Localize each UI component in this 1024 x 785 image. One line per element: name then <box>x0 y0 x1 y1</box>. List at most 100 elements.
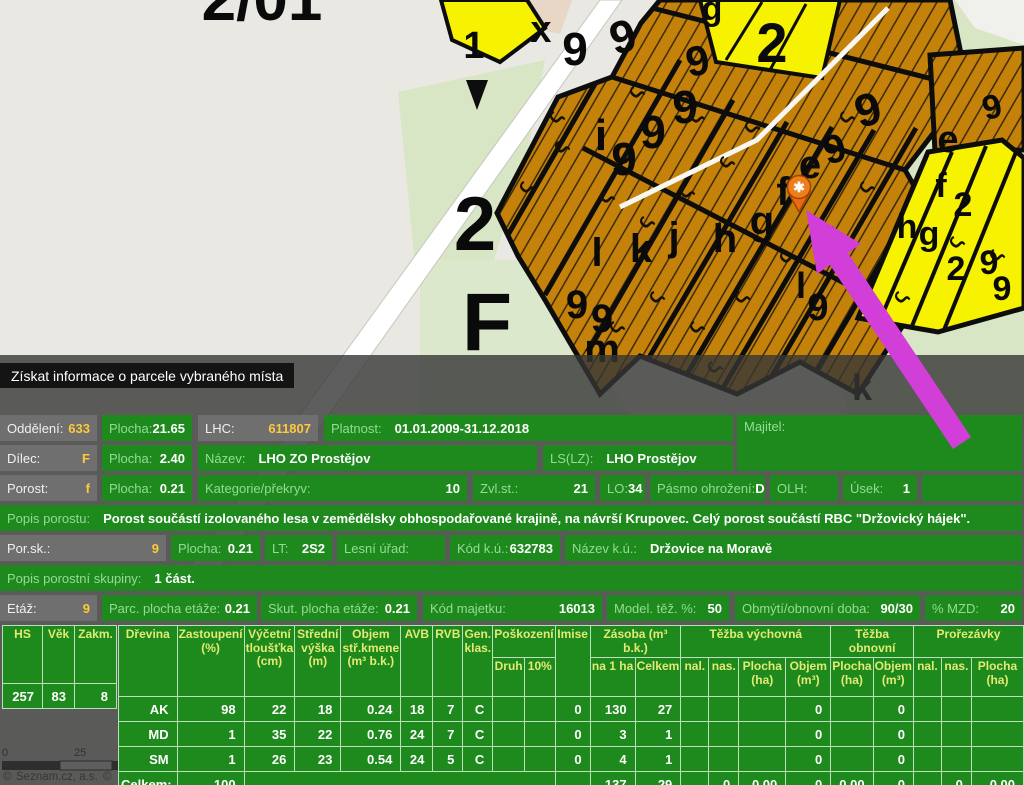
info-label-platnost: Platnost: <box>331 421 382 436</box>
col-10pct: 10% <box>524 658 555 697</box>
info-value-kategorie-prekryv: 10 <box>446 481 460 496</box>
species-row: MD135220.76247C03100 <box>119 722 1024 747</box>
info-label-oddeleni: Oddělení: <box>7 421 63 436</box>
col-objem-1: Objem (m³) <box>786 658 831 697</box>
col-nal-1: nal. <box>681 658 709 697</box>
col-celkem: Celkem <box>635 658 681 697</box>
info-label-mzd: % MZD: <box>932 601 979 616</box>
stat-cell: 0 <box>873 697 913 722</box>
info-cell-nazev: Název:LHO ZO Prostějov <box>198 445 537 471</box>
map-label: g <box>702 0 723 28</box>
col-nas-2: nas. <box>941 658 971 697</box>
info-value-etaz: 9 <box>83 601 90 616</box>
stat-cell: 22 <box>295 722 341 747</box>
stat-cell: 137 <box>590 772 635 785</box>
stat-cell <box>681 747 709 772</box>
info-cell-obmyti: Obmýtí/obnovní doba:90/30 <box>735 595 920 621</box>
total-row: Celkem:1001372900.0000.00000.00 <box>119 772 1024 785</box>
col-druh: Druh <box>493 658 525 697</box>
info-label-ls-lz: LS(LZ): <box>550 451 593 466</box>
info-value-skut-plocha-etaze: 0.21 <box>385 601 410 616</box>
stat-cell: 22 <box>244 697 295 722</box>
stat-cell <box>831 697 873 722</box>
stat-cell: 0 <box>873 722 913 747</box>
stat-cell: 0 <box>786 697 831 722</box>
info-label-lt: LT: <box>272 541 288 556</box>
info-value-usek: 1 <box>903 481 910 496</box>
stat-cell <box>681 697 709 722</box>
info-value-lo: 34 <box>628 481 642 496</box>
col-zastoupeni: Zastoupení (%) <box>177 626 244 697</box>
info-label-kod-majetku: Kód majetku: <box>430 601 506 616</box>
map-label: 2 <box>454 182 496 267</box>
stat-cell: 5 <box>433 747 463 772</box>
stat-cell: C <box>463 747 493 772</box>
info-label-lhc: LHC: <box>205 421 235 436</box>
info-cell-porost: Porost:f <box>0 475 97 501</box>
stat-cell <box>739 747 786 772</box>
info-label-olh: OLH: <box>777 481 807 496</box>
info-cell-plocha-dilec: Plocha:2.40 <box>102 445 192 471</box>
info-cell-ls-lz: LS(LZ):LHO Prostějov <box>543 445 733 471</box>
info-cell-majitel: Majitel: <box>737 415 1022 471</box>
col-nal-2: nal. <box>913 658 941 697</box>
stat-cell: 18 <box>295 697 341 722</box>
info-label-plocha-porsk: Plocha: <box>178 541 221 556</box>
stat-cell: 0 <box>873 747 913 772</box>
info-cell-oddeleni: Oddělení:633 <box>0 415 97 441</box>
stat-cell <box>681 772 709 785</box>
stat-cell: 0 <box>555 697 590 722</box>
stat-cell: 0 <box>555 722 590 747</box>
stat-cell: SM <box>119 747 178 772</box>
species-row: AK9822180.24187C01302700 <box>119 697 1024 722</box>
info-label-majitel: Majitel: <box>744 419 785 434</box>
info-label-parc-plocha-etaze: Parc. plocha etáže: <box>109 601 220 616</box>
group-tezba-obnovni: Těžba obnovní <box>831 626 914 658</box>
info-label-kod-ku: Kód k.ú.: <box>457 541 508 556</box>
stat-cell <box>524 722 555 747</box>
stat-cell <box>971 697 1023 722</box>
info-label-porost: Porost: <box>7 481 48 496</box>
map-label: 9 <box>562 23 588 75</box>
map-label: x <box>530 9 551 51</box>
stat-cell: 0.54 <box>341 747 401 772</box>
info-label-kategorie-prekryv: Kategorie/překryv: <box>205 481 311 496</box>
col-gen-klas: Gen. klas. <box>463 626 493 697</box>
stat-cell: 24 <box>401 747 433 772</box>
stat-cell <box>831 747 873 772</box>
map-label: 1 <box>463 25 484 67</box>
map-label: g <box>750 199 774 243</box>
group-tezba-vychovna: Těžba výchovná <box>681 626 831 658</box>
info-cell-parc-plocha-etaze: Parc. plocha etáže:0.21 <box>102 595 257 621</box>
stat-cell: 1 <box>635 747 681 772</box>
info-value-nazev: LHO ZO Prostějov <box>258 451 370 466</box>
map-label: 9 <box>672 81 698 133</box>
info-cell-pasmo-ohrozeni: Pásmo ohrožení:D <box>650 475 765 501</box>
stat-cell <box>913 722 941 747</box>
info-value-plocha-porsk: 0.21 <box>228 541 253 556</box>
col-stredni: Střední výška (m) <box>295 626 341 697</box>
map-label: h <box>713 217 737 261</box>
stat-cell <box>244 772 555 785</box>
map-label: l <box>796 265 806 306</box>
info-cell-lesni-urad: Lesní úřad: <box>337 535 445 561</box>
col-hs: HS <box>3 626 43 684</box>
stat-cell: 7 <box>433 722 463 747</box>
app-window: 2/0112x99g9299e9i999lkjhgfem99Fl9hgf2299… <box>0 0 1024 785</box>
stat-cell <box>555 772 590 785</box>
info-value-zvl-st: 21 <box>574 481 588 496</box>
stat-cell <box>971 722 1023 747</box>
map-label: 2/01 <box>202 0 323 34</box>
stat-cell: 0 <box>786 747 831 772</box>
info-cell-platnost: Platnost:01.01.2009-31.12.2018 <box>324 415 733 441</box>
info-cell-olh: OLH: <box>770 475 838 501</box>
map-label: f <box>935 167 947 205</box>
stat-cell: 83 <box>43 684 75 709</box>
map-label: k <box>630 227 653 271</box>
info-value-mzd: 20 <box>1001 601 1015 616</box>
info-cell-skut-plocha-etaze: Skut. plocha etáže:0.21 <box>261 595 417 621</box>
stat-cell: 0 <box>555 747 590 772</box>
info-label-lesni-urad: Lesní úřad: <box>344 541 409 556</box>
stat-cell <box>941 697 971 722</box>
stat-cell: 0 <box>709 772 739 785</box>
